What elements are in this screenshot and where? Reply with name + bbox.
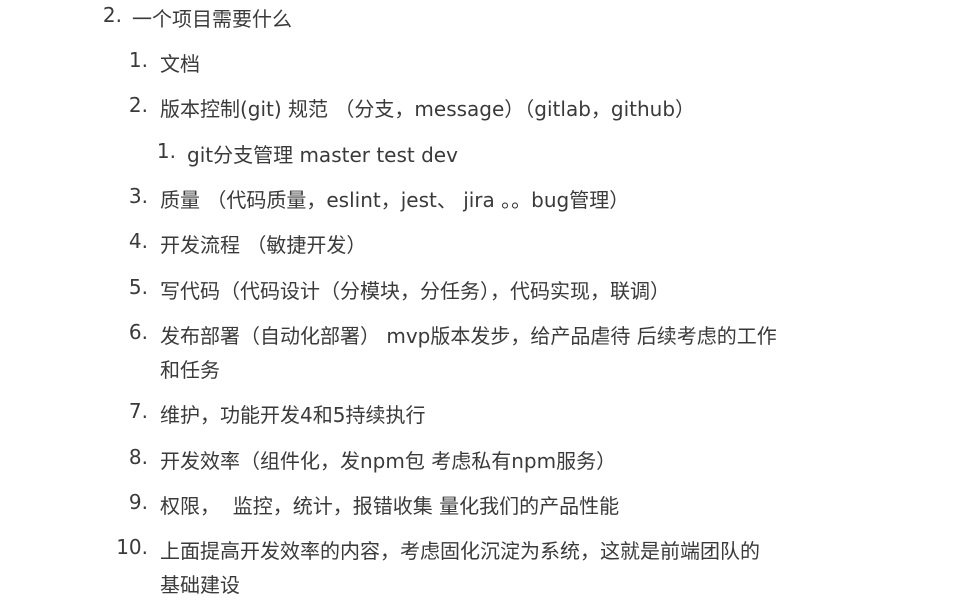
list-number: 8. [128, 445, 148, 469]
list-item: 2. 版本控制(git) 规范 （分支，message）（gitlab，gith… [0, 93, 966, 123]
list-number: 1. [156, 139, 176, 163]
list-item-text: 权限， 监控，统计，报错收集 量化我们的产品性能 [160, 494, 620, 518]
list-number: 5. [128, 275, 148, 299]
list-item: 8. 开发效率（组件化，发npm包 考虑私有npm服务） [0, 445, 966, 475]
list-item-text: 写代码（代码设计（分模块，分任务），代码实现，联调） [160, 279, 670, 303]
list-item-text-continuation: 和任务 [160, 358, 220, 382]
list-item: 6. 发布部署（自动化部署） mvp版本发步，给产品虐待 后续考虑的工作 和任务 [0, 320, 966, 382]
list-item-text-continuation: 基础建设 [160, 573, 240, 597]
list-number: 2. [128, 93, 148, 117]
list-item-heading: 2. 一个项目需要什么 [0, 3, 966, 33]
list-number: 4. [128, 229, 148, 253]
list-number: 9. [128, 490, 148, 514]
list-item-text: 开发效率（组件化，发npm包 考虑私有npm服务） [160, 449, 617, 473]
list-item: 9. 权限， 监控，统计，报错收集 量化我们的产品性能 [0, 490, 966, 520]
list-number: 7. [128, 399, 148, 423]
list-number: 6. [128, 320, 148, 344]
list-item-text: 质量 （代码质量，eslint，jest、 jira 。。bug管理） [160, 188, 630, 212]
list-item: 5. 写代码（代码设计（分模块，分任务），代码实现，联调） [0, 275, 966, 305]
list-item: 3. 质量 （代码质量，eslint，jest、 jira 。。bug管理） [0, 184, 966, 214]
list-item: 7. 维护，功能开发4和5持续执行 [0, 399, 966, 429]
list-item-text: 上面提高开发效率的内容，考虑固化沉淀为系统，这就是前端团队的 [160, 539, 760, 563]
list-number: 3. [128, 184, 148, 208]
list-item: 4. 开发流程 （敏捷开发） [0, 229, 966, 259]
list-item: 1. 文档 [0, 48, 966, 78]
heading-text: 一个项目需要什么 [132, 7, 292, 31]
list-item-text: 版本控制(git) 规范 （分支，message）（gitlab，github） [160, 97, 696, 121]
sub-list-item: 1. git分支管理 master test dev [0, 139, 966, 169]
document-page: 2. 一个项目需要什么 1. 文档 2. 版本控制(git) 规范 （分支，me… [0, 0, 966, 604]
list-item-text: 文档 [160, 52, 200, 76]
list-item-text: 发布部署（自动化部署） mvp版本发步，给产品虐待 后续考虑的工作 [160, 324, 777, 348]
list-item-text: 维护，功能开发4和5持续执行 [160, 403, 426, 427]
list-item-text: 开发流程 （敏捷开发） [160, 233, 367, 257]
list-number: 1. [128, 48, 148, 72]
list-number: 2. [102, 3, 122, 27]
list-item-text: git分支管理 master test dev [187, 143, 458, 167]
list-item: 10. 上面提高开发效率的内容，考虑固化沉淀为系统，这就是前端团队的 基础建设 [0, 535, 966, 597]
list-number: 10. [116, 535, 148, 559]
